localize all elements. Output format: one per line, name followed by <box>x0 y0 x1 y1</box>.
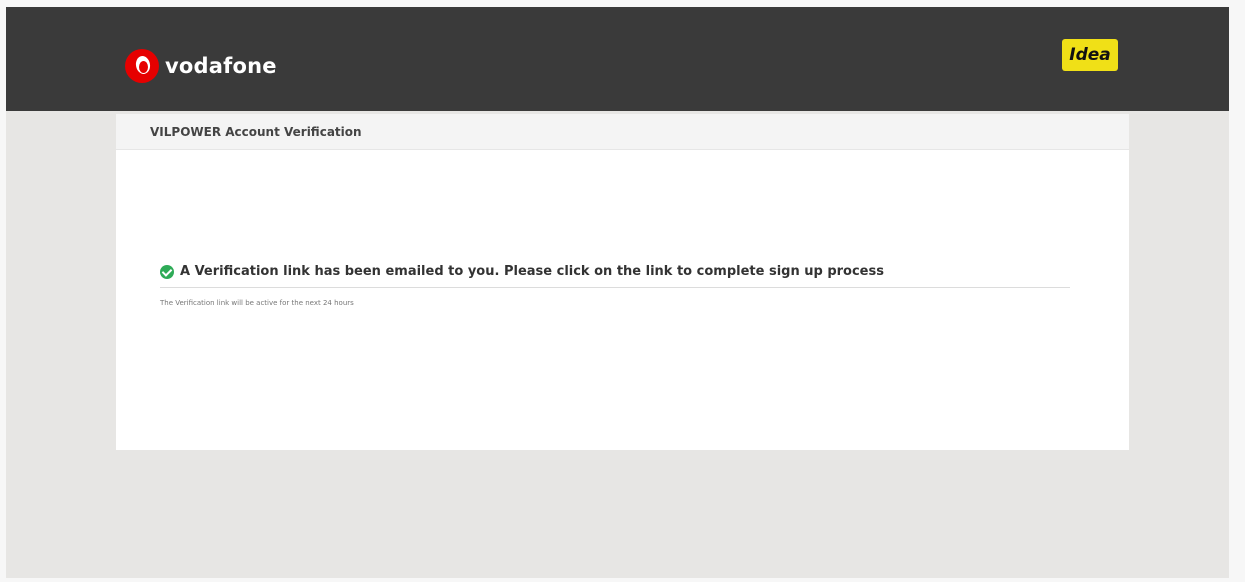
page-frame: vodafone Idea VILPOWER Account Verificat… <box>6 7 1229 578</box>
verification-card: VILPOWER Account Verification A Verifica… <box>116 114 1129 450</box>
message-text: A Verification link has been emailed to … <box>180 264 884 279</box>
verification-message: A Verification link has been emailed to … <box>160 264 1070 288</box>
header-bar: vodafone Idea <box>6 7 1229 111</box>
card-title: VILPOWER Account Verification <box>150 124 362 139</box>
link-validity-note: The Verification link will be active for… <box>160 299 354 307</box>
brand-name: vodafone <box>165 54 277 78</box>
idea-logo[interactable]: Idea <box>1062 39 1118 71</box>
card-header: VILPOWER Account Verification <box>116 114 1129 150</box>
vodafone-logo-icon <box>125 49 159 83</box>
check-circle-icon <box>160 264 174 279</box>
vodafone-brand[interactable]: vodafone <box>125 49 277 83</box>
